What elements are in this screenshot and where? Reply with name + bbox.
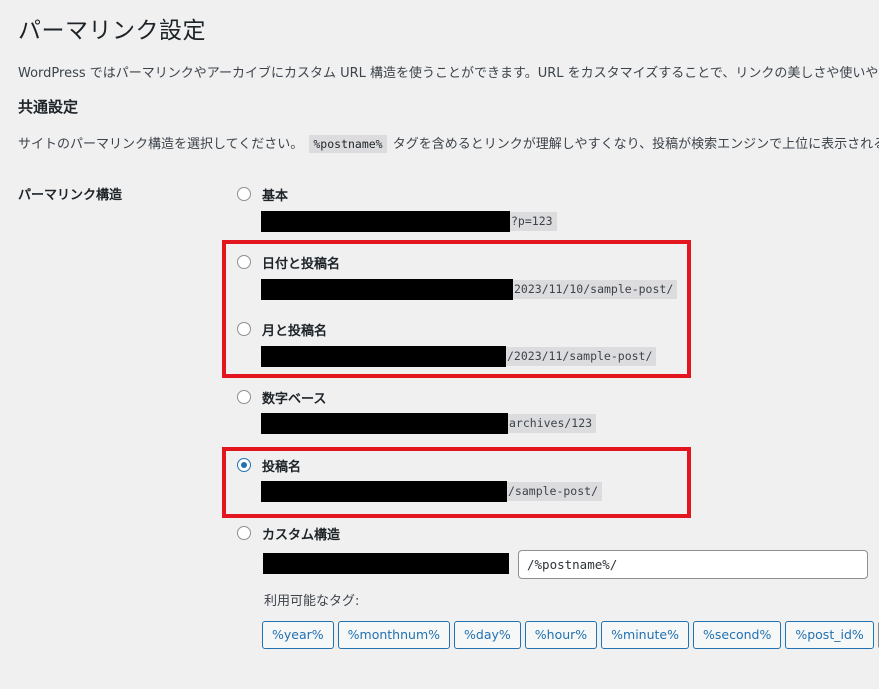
url-suffix-month-name: /2023/11/sample-post/: [506, 347, 657, 366]
desc-after: タグを含めるとリンクが理解しやすくなり、投稿が検索エンジンで上位に表示される: [392, 137, 879, 152]
radio-month-name[interactable]: [237, 322, 251, 336]
redacted-url: [263, 553, 509, 574]
page-title: パーマリンク設定: [18, 18, 206, 44]
tag-button-second[interactable]: %second%: [693, 621, 782, 649]
section-description: サイトのパーマリンク構造を選択してください。 %postname% タグを含める…: [18, 133, 879, 153]
url-suffix-numeric: archives/123: [508, 414, 597, 433]
radio-post-name[interactable]: [237, 458, 251, 472]
custom-structure-input[interactable]: [518, 550, 868, 579]
url-suffix-plain: ?p=123: [510, 212, 557, 231]
desc-before: サイトのパーマリンク構造を選択してください。: [18, 137, 304, 152]
option-label-custom: カスタム構造: [262, 528, 341, 543]
tag-button-year[interactable]: %year%: [262, 621, 334, 649]
radio-numeric[interactable]: [237, 390, 251, 404]
radio-custom[interactable]: [237, 526, 251, 540]
redacted-url: [261, 481, 507, 502]
option-label-post-name: 投稿名: [262, 460, 302, 475]
available-tags: %year% %monthnum% %day% %hour% %minute% %seco…: [262, 621, 879, 649]
tag-button-post-id[interactable]: %post_id%: [785, 621, 874, 649]
radio-plain[interactable]: [237, 187, 251, 201]
tag-button-monthnum[interactable]: %monthnum%: [337, 621, 451, 649]
available-tags-label: 利用可能なタグ:: [264, 594, 360, 609]
redacted-url: [261, 346, 506, 367]
page-intro: WordPress ではパーマリンクやアーカイブにカスタム URL 構造を使うこ…: [18, 66, 879, 81]
redacted-url: [261, 413, 508, 434]
url-suffix-post-name: /sample-post/: [507, 482, 603, 501]
tag-button-hour[interactable]: %hour%: [524, 621, 598, 649]
tag-button-day[interactable]: %day%: [454, 621, 521, 649]
option-label-day-name: 日付と投稿名: [262, 257, 341, 272]
option-label-plain: 基本: [262, 189, 289, 204]
redacted-url: [261, 279, 513, 300]
redacted-url: [261, 211, 510, 232]
section-title-common: 共通設定: [18, 98, 79, 116]
radio-day-name[interactable]: [237, 255, 251, 269]
tag-button-minute[interactable]: %minute%: [601, 621, 689, 649]
permalink-structure-label: パーマリンク構造: [18, 188, 123, 203]
postname-code: %postname%: [309, 135, 387, 153]
option-label-month-name: 月と投稿名: [262, 324, 328, 339]
url-suffix-day-name: 2023/11/10/sample-post/: [513, 280, 678, 299]
option-label-numeric: 数字ベース: [262, 392, 327, 407]
